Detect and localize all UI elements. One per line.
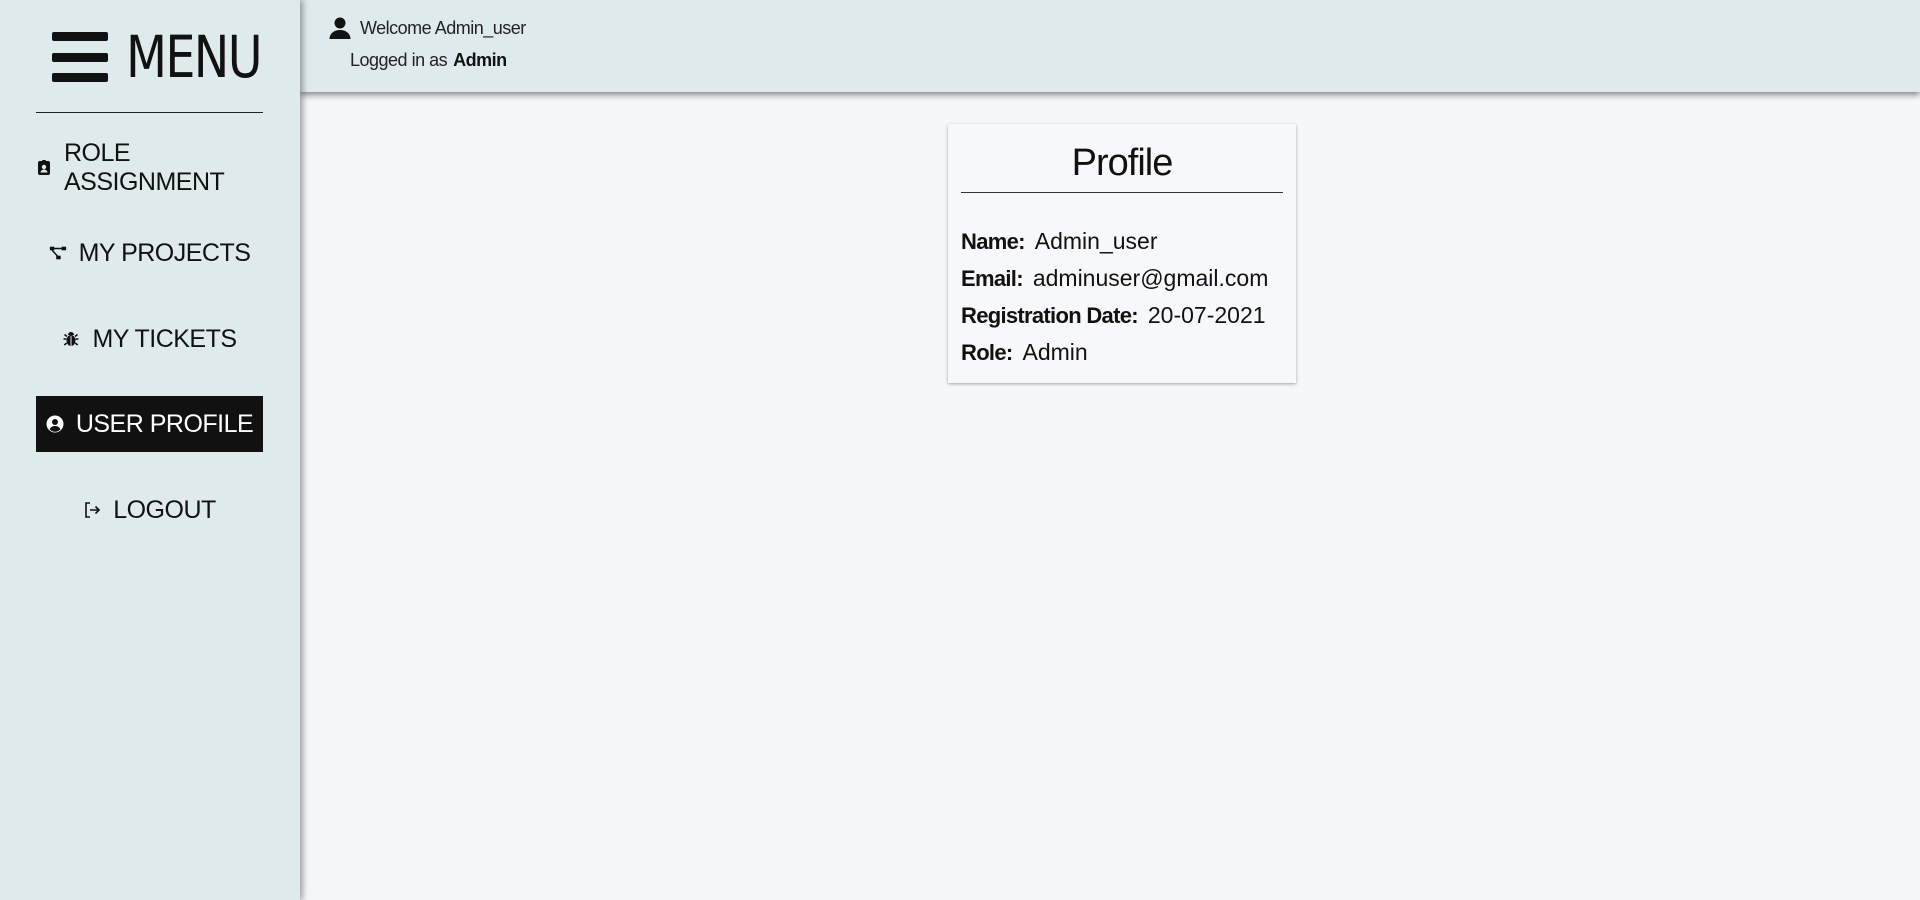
nav-item-my-tickets[interactable]: MY TICKETS <box>36 311 263 367</box>
profile-row-email: Email: adminuser@gmail.com <box>961 265 1268 292</box>
field-label: Name: <box>961 229 1025 254</box>
nav-item-label: LOGOUT <box>113 495 216 524</box>
profile-title: Profile <box>1071 142 1174 184</box>
nav-item-my-projects[interactable]: MY PROJECTS <box>36 225 263 281</box>
menu-title: MENU <box>126 23 263 91</box>
field-value: Admin <box>1022 339 1088 365</box>
nav-item-role-assignment[interactable]: ROLE ASSIGNMENT <box>36 139 263 196</box>
field-value: Admin_user <box>1034 228 1158 254</box>
nav-item-logout[interactable]: LOGOUT <box>36 482 263 538</box>
user-icon <box>328 16 352 40</box>
top-bar: Welcome Admin_user Logged in as Admin <box>300 0 1920 92</box>
welcome-text: Welcome Admin_user <box>360 17 526 38</box>
field-value: adminuser@gmail.com <box>1032 265 1269 291</box>
menu-header[interactable]: MENU <box>52 22 291 92</box>
profile-divider <box>961 192 1283 193</box>
nav-item-user-profile[interactable]: USER PROFILE <box>36 396 263 452</box>
hamburger-icon[interactable] <box>52 32 108 82</box>
nav-item-label: ROLE ASSIGNMENT <box>64 139 225 196</box>
logged-in-status: Logged in as Admin <box>350 50 507 71</box>
profile-row-name: Name: Admin_user <box>961 228 1157 255</box>
project-diagram-icon <box>49 244 67 262</box>
welcome-line: Welcome Admin_user <box>328 16 526 40</box>
nav-item-label: USER PROFILE <box>75 409 254 438</box>
logged-in-role: Admin <box>453 50 507 70</box>
field-label: Registration Date: <box>961 303 1139 328</box>
logged-in-prefix: Logged in as <box>350 50 448 70</box>
sidebar: MENU ROLE ASSIGNMENT MY PROJECTS MY TICK… <box>0 0 300 900</box>
logout-icon <box>83 501 101 519</box>
profile-card: Profile Name: Admin_user Email: adminuse… <box>948 124 1296 383</box>
field-label: Email: <box>961 266 1024 291</box>
nav-item-label: MY TICKETS <box>92 324 237 353</box>
menu-divider <box>36 112 263 113</box>
profile-row-role: Role: Admin <box>961 339 1088 366</box>
id-badge-icon <box>36 159 52 177</box>
profile-row-registration-date: Registration Date: 20-07-2021 <box>961 302 1266 329</box>
user-circle-icon <box>46 415 64 433</box>
field-value: 20-07-2021 <box>1147 302 1266 328</box>
bug-icon <box>62 330 80 348</box>
field-label: Role: <box>961 340 1013 365</box>
nav-item-label: MY PROJECTS <box>78 238 251 267</box>
